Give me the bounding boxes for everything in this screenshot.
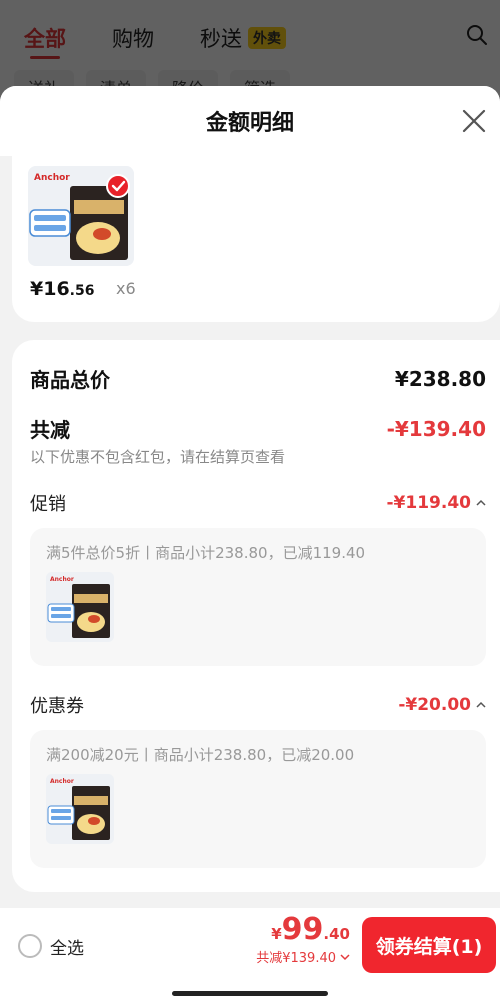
select-all-label[interactable]: 全选 xyxy=(50,934,84,959)
promo-brand-logo: Anchor xyxy=(50,576,74,583)
total-saved: 共减¥139.40 xyxy=(256,947,350,966)
coupon-label: 优惠券 xyxy=(30,696,84,717)
coupon-row[interactable]: 优惠券 -¥20.00 xyxy=(30,692,486,718)
checkout-button[interactable]: 领券结算(1) xyxy=(362,917,496,973)
product-image[interactable]: Anchor xyxy=(28,166,134,266)
promo-row[interactable]: 促销 -¥119.40 xyxy=(30,490,486,516)
coupon-brand-logo: Anchor xyxy=(50,778,74,785)
discount-note: 以下优惠不包含红包，请在结算页查看 xyxy=(30,448,286,466)
sheet-title: 金额明细 xyxy=(205,111,294,136)
discount-label: 共减 xyxy=(30,418,70,442)
brand-logo: Anchor xyxy=(34,173,70,183)
product-price-main: ¥16 xyxy=(30,278,70,300)
amount-detail-sheet: 金额明细 Anchor ¥16 .56 x6 商品总价 ¥238.80 共减 -… xyxy=(0,86,500,1004)
promo-description: 满5件总价5折丨商品小计238.80，已减119.40 xyxy=(46,544,366,562)
coupon-detail-box: 满200减20元丨商品小计238.80，已减20.00 Anchor xyxy=(30,730,486,868)
product-package-graphic: Anchor xyxy=(28,166,134,266)
total-currency: ¥ xyxy=(271,925,282,943)
product-price-decimal: .56 xyxy=(69,283,95,299)
chevron-up-icon[interactable] xyxy=(476,701,486,709)
coupon-description: 满200减20元丨商品小计238.80，已减20.00 xyxy=(46,746,355,764)
total-price-block[interactable]: ¥ 99 .40 共减¥139.40 xyxy=(256,912,350,966)
checkout-bar: 全选 ¥ 99 .40 共减¥139.40 领券结算(1) xyxy=(0,908,500,1004)
coupon-value-wrap: -¥20.00 xyxy=(398,695,486,715)
subtotal-label: 商品总价 xyxy=(30,368,110,392)
amount-detail-card: 商品总价 ¥238.80 共减 -¥139.40 以下优惠不包含红包，请在结算页… xyxy=(12,340,500,892)
promo-product-image[interactable]: Anchor xyxy=(46,572,114,642)
promo-detail-box: 满5件总价5折丨商品小计238.80，已减119.40 Anchor xyxy=(30,528,486,666)
sheet-header: 金额明细 xyxy=(0,86,500,156)
promo-value-wrap: -¥119.40 xyxy=(387,493,487,513)
product-quantity: x6 xyxy=(116,279,136,298)
promo-label: 促销 xyxy=(30,494,66,515)
subtotal-value: ¥238.80 xyxy=(394,366,486,391)
total-price: ¥ 99 .40 xyxy=(256,912,350,947)
promo-package-graphic: Anchor xyxy=(46,572,114,642)
discount-row: 共减 -¥139.40 xyxy=(30,414,486,443)
home-indicator[interactable] xyxy=(172,991,328,996)
chevron-up-icon[interactable] xyxy=(476,499,486,507)
product-price: ¥16 .56 xyxy=(30,278,94,300)
close-icon[interactable] xyxy=(460,107,488,135)
chevron-down-icon[interactable] xyxy=(340,953,350,961)
coupon-value: -¥20.00 xyxy=(398,695,471,715)
discount-value: -¥139.40 xyxy=(386,416,486,441)
total-saved-text: 共减¥139.40 xyxy=(256,951,336,966)
subtotal-row: 商品总价 ¥238.80 xyxy=(30,364,486,393)
coupon-product-image[interactable]: Anchor xyxy=(46,774,114,844)
total-integer: 99 xyxy=(281,912,324,947)
select-all-radio[interactable] xyxy=(18,934,42,958)
coupon-package-graphic: Anchor xyxy=(46,774,114,844)
total-decimal: .40 xyxy=(323,925,350,943)
promo-value: -¥119.40 xyxy=(386,493,472,513)
product-card: Anchor ¥16 .56 x6 xyxy=(12,156,500,322)
